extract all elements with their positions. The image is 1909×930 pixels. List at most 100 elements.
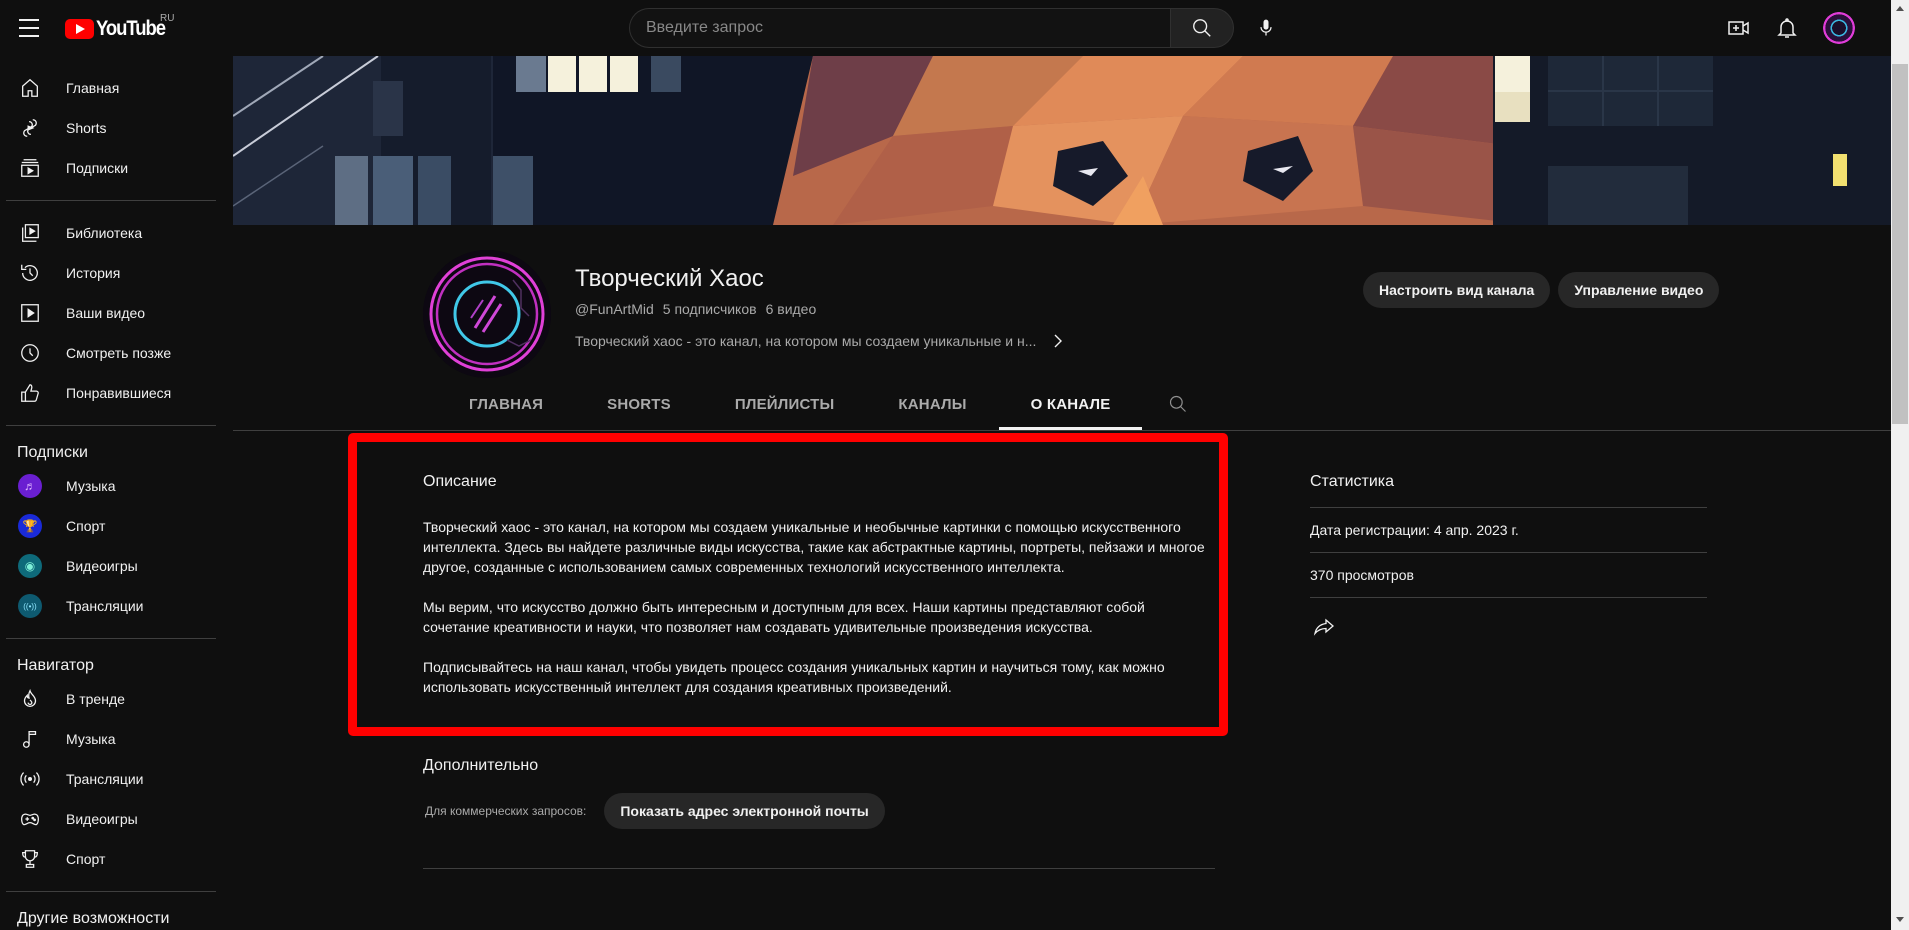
search-input[interactable] — [629, 8, 1170, 48]
business-inquiries-row: Для коммерческих запросов: Показать адре… — [425, 793, 885, 829]
sidebar-divider — [6, 425, 216, 426]
create-button[interactable] — [1719, 8, 1759, 48]
sidebar-item-label: Главная — [66, 80, 120, 96]
subscriptions-heading: Подписки — [17, 444, 88, 461]
channel-search-button[interactable] — [1154, 380, 1202, 428]
sidebar-item-sport[interactable]: Спорт — [6, 839, 216, 879]
your-videos-icon — [21, 304, 39, 322]
sidebar-item-label: Видеоигры — [66, 811, 138, 827]
sidebar-item-trending[interactable]: В тренде — [6, 679, 216, 719]
channel-avatar-image — [423, 250, 551, 378]
sidebar-item-watch-later[interactable]: Смотреть позже — [6, 333, 216, 373]
customize-channel-button[interactable]: Настроить вид канала — [1363, 272, 1551, 308]
tab-about[interactable]: О КАНАЛЕ — [998, 380, 1143, 430]
description-paragraph: Творческий хаос - это канал, на котором … — [423, 519, 1205, 575]
sidebar-subscription-music[interactable]: ♬ Музыка — [6, 466, 216, 506]
search-button[interactable] — [1170, 8, 1234, 48]
sidebar-item-home[interactable]: Главная — [6, 68, 216, 108]
show-email-button[interactable]: Показать адрес электронной почты — [604, 793, 885, 829]
sidebar-item-subscriptions[interactable]: Подписки — [6, 148, 216, 188]
page-scrollbar[interactable] — [1891, 0, 1909, 930]
notifications-button[interactable] — [1767, 8, 1807, 48]
youtube-play-logo-icon — [65, 19, 94, 39]
shorts-icon — [23, 119, 37, 137]
live-channel-avatar: ((•)) — [18, 594, 42, 618]
share-icon — [1313, 618, 1334, 636]
account-avatar[interactable] — [1823, 12, 1855, 44]
more-heading: Другие возможности — [17, 910, 170, 927]
scroll-up-arrow-icon[interactable] — [1896, 6, 1904, 11]
sidebar-item-label: Понравившиеся — [66, 385, 172, 401]
sidebar-divider — [6, 200, 216, 201]
video-count: 6 видео — [765, 301, 817, 317]
live-icon — [20, 772, 40, 786]
manage-videos-button[interactable]: Управление видео — [1558, 272, 1720, 308]
gaming-icon — [21, 813, 39, 826]
channel-tabs: ГЛАВНАЯ SHORTS ПЛЕЙЛИСТЫ КАНАЛЫ О КАНАЛЕ — [437, 380, 1202, 430]
sidebar-item-your-videos[interactable]: Ваши видео — [6, 293, 216, 333]
sport-trophy-icon — [22, 850, 38, 868]
channel-header: Творческий Хаос @FunArtMid 5 подписчиков… — [233, 225, 1891, 431]
channel-avatar[interactable] — [423, 250, 551, 378]
sidebar-item-label: Музыка — [66, 731, 116, 747]
sidebar-item-shorts[interactable]: Shorts — [6, 108, 216, 148]
channel-banner-image — [233, 56, 1891, 225]
business-inquiries-label: Для коммерческих запросов: — [425, 804, 587, 818]
channel-short-description[interactable]: Творческий хаос - это канал, на котором … — [575, 333, 1064, 349]
home-icon — [22, 78, 38, 97]
channel-description-preview: Творческий хаос - это канал, на котором … — [575, 333, 1037, 349]
share-button[interactable] — [1310, 597, 1707, 655]
sidebar-item-library[interactable]: Библиотека — [6, 213, 216, 253]
subscriptions-icon — [21, 159, 39, 177]
region-label: RU — [160, 13, 175, 24]
tab-shorts[interactable]: SHORTS — [575, 380, 703, 428]
tabs-divider — [233, 430, 1891, 431]
sidebar-item-label: История — [66, 265, 121, 281]
top-bar: YouTube RU — [0, 0, 1891, 56]
channel-banner — [233, 56, 1891, 225]
music-channel-avatar: ♬ — [18, 474, 42, 498]
top-right-actions — [1719, 8, 1891, 48]
youtube-logo[interactable]: YouTube — [65, 17, 174, 41]
description-body: Творческий хаос - это канал, на котором … — [423, 517, 1209, 717]
description-paragraph: Мы верим, что искусство должно быть инте… — [423, 599, 1145, 635]
channel-title: Творческий Хаос — [575, 265, 764, 292]
navigator-heading: Навигатор — [17, 657, 94, 674]
menu-icon[interactable] — [17, 16, 41, 40]
sidebar-item-label: Видеоигры — [66, 558, 138, 574]
gaming-channel-avatar: ◉ — [18, 554, 42, 578]
sidebar-item-history[interactable]: История — [6, 253, 216, 293]
description-title: Описание — [423, 473, 497, 490]
sidebar-item-label: Shorts — [66, 120, 107, 136]
music-icon — [22, 731, 37, 748]
sidebar-subscription-gaming[interactable]: ◉ Видеоигры — [6, 546, 216, 586]
sidebar-subscription-sport[interactable]: 🏆 Спорт — [6, 506, 216, 546]
sidebar-subscription-live[interactable]: ((•)) Трансляции — [6, 586, 216, 626]
sidebar-item-live[interactable]: Трансляции — [6, 759, 216, 799]
sidebar-item-label: Спорт — [66, 518, 106, 534]
search-icon — [1170, 395, 1187, 412]
sidebar-item-label: Ваши видео — [66, 305, 146, 321]
channel-action-buttons: Настроить вид канала Управление видео — [1363, 272, 1720, 308]
description-paragraph: Подписывайтесь на наш канал, чтобы увиде… — [423, 659, 1165, 695]
sidebar-item-music[interactable]: Музыка — [6, 719, 216, 759]
sidebar-item-label: Спорт — [66, 851, 106, 867]
sidebar-item-gaming[interactable]: Видеоигры — [6, 799, 216, 839]
tab-home[interactable]: ГЛАВНАЯ — [437, 380, 575, 428]
logo-text: YouTube — [96, 17, 166, 40]
voice-search-button[interactable] — [1246, 8, 1286, 48]
sport-channel-avatar: 🏆 — [18, 514, 42, 538]
channel-meta: @FunArtMid 5 подписчиков 6 видео — [575, 301, 816, 317]
sidebar-item-label: Библиотека — [66, 225, 143, 241]
sidebar-item-label: Музыка — [66, 478, 116, 494]
sidebar-item-liked[interactable]: Понравившиеся — [6, 373, 216, 413]
tab-channels[interactable]: КАНАЛЫ — [866, 380, 998, 428]
sidebar-item-label: Трансляции — [66, 598, 144, 614]
scrollbar-thumb[interactable] — [1892, 64, 1908, 424]
additional-title: Дополнительно — [423, 757, 539, 774]
tab-playlists[interactable]: ПЛЕЙЛИСТЫ — [703, 380, 867, 428]
view-count: 370 просмотров — [1310, 552, 1707, 597]
library-icon — [22, 224, 39, 242]
sidebar-divider — [6, 638, 216, 639]
scroll-down-arrow-icon[interactable] — [1896, 917, 1904, 922]
